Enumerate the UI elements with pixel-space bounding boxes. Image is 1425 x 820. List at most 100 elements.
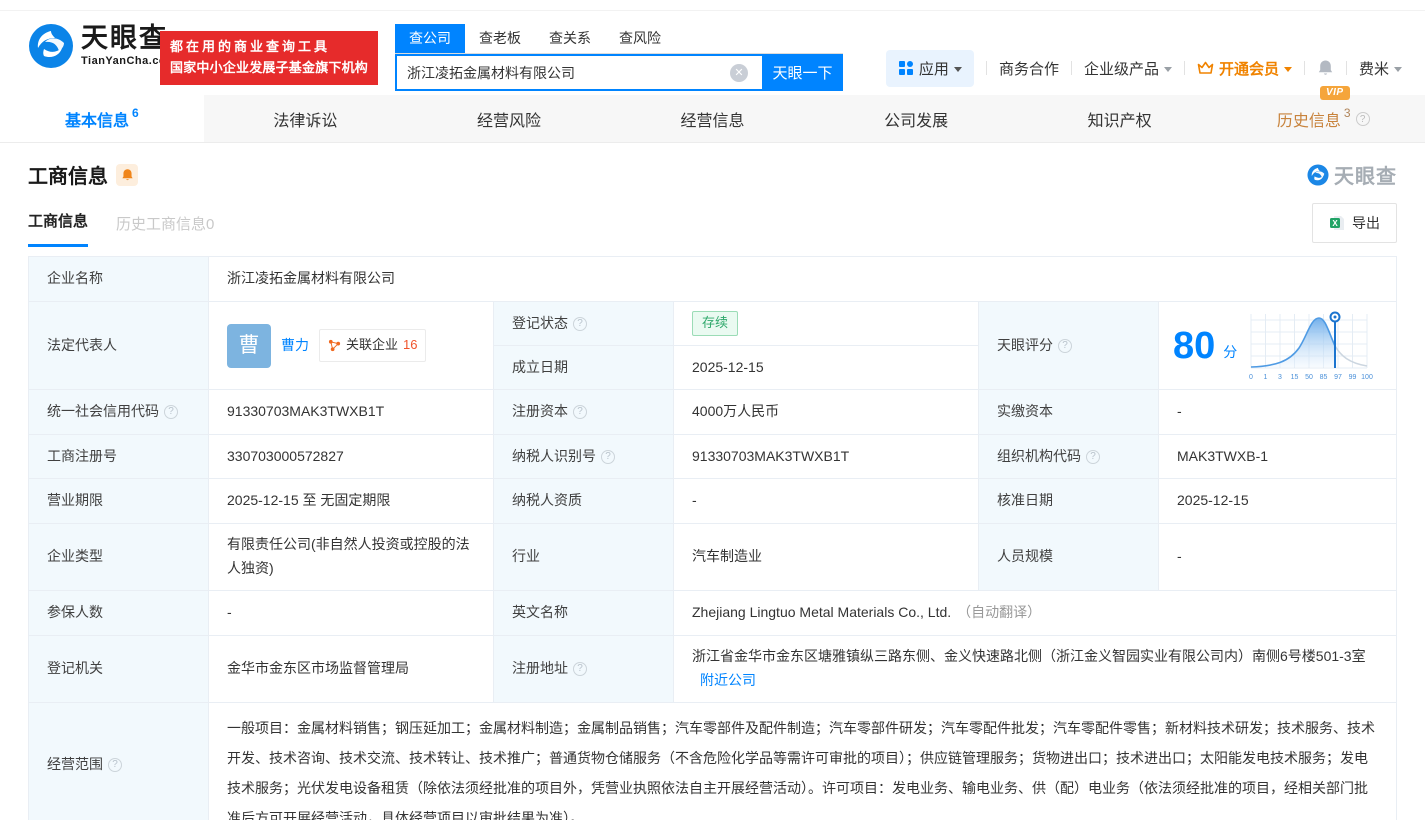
related-companies-chip[interactable]: 关联企业 16 (319, 329, 426, 361)
reg-authority-value: 金华市金东区市场监督管理局 (209, 636, 494, 702)
search-tab-boss[interactable]: 查老板 (465, 24, 535, 53)
user-menu[interactable]: 费米 (1359, 58, 1402, 79)
avatar[interactable]: 曹 (227, 324, 271, 368)
svg-text:97: 97 (1334, 374, 1342, 381)
approval-date-value: 2025-12-15 (1159, 479, 1396, 523)
tab-legal-proceedings[interactable]: 法律诉讼 (204, 95, 408, 142)
help-icon[interactable]: ? (601, 450, 615, 464)
tab-company-development[interactable]: 公司发展 (814, 95, 1018, 142)
staff-size-label: 人员规模 (979, 524, 1159, 590)
tianyancha-logo-icon (28, 23, 74, 69)
subscribe-button[interactable] (116, 164, 138, 186)
english-name-cell: Zhejiang Lingtuo Metal Materials Co., Lt… (674, 591, 1396, 635)
search-tab-company[interactable]: 查公司 (395, 24, 465, 53)
enterprise-menu[interactable]: 企业级产品 (1084, 58, 1172, 79)
help-icon[interactable]: ? (108, 758, 122, 772)
search-box: ✕ 天眼一下 (395, 54, 843, 91)
table-row: 企业类型 有限责任公司(非自然人投资或控股的法人独资) 行业 汽车制造业 人员规… (29, 524, 1396, 591)
table-row: 经营范围? 一般项目：金属材料销售；钢压延加工；金属材料制造；金属制品销售；汽车… (29, 703, 1396, 820)
table-row: 工商注册号 330703000572827 纳税人识别号? 91330703MA… (29, 435, 1396, 479)
company-name-value: 浙江凌拓金属材料有限公司 (209, 257, 1396, 301)
apps-menu[interactable]: 应用 (886, 50, 974, 87)
help-icon[interactable]: ? (573, 405, 587, 419)
divider (1184, 61, 1185, 75)
score-label: 天眼评分? (979, 302, 1159, 389)
approval-date-label: 核准日期 (979, 479, 1159, 523)
tab-operational-risk[interactable]: 经营风险 (407, 95, 611, 142)
search-input[interactable] (395, 54, 762, 91)
network-icon (328, 339, 341, 352)
industry-value: 汽车制造业 (674, 524, 979, 590)
status-date-block: 登记状态? 存续 成立日期 2025-12-15 (494, 302, 979, 389)
divider (986, 61, 987, 75)
notifications-button[interactable] (1317, 59, 1334, 77)
tab-intellectual-property[interactable]: 知识产权 (1018, 95, 1222, 142)
org-code-label: 组织机构代码? (979, 435, 1159, 478)
help-icon[interactable]: ? (1058, 339, 1072, 353)
page: 天眼查 TianYanCha.com 都在用的商业查询工具 国家中小企业发展子基… (0, 0, 1425, 820)
table-row: 登记机关 金华市金东区市场监督管理局 注册地址? 浙江省金华市金东区塘雅镇纵三路… (29, 636, 1396, 703)
score-chart: 0 1 3 15 50 85 97 99 100 (1245, 310, 1373, 382)
tab-basic-info[interactable]: 基本信息 6 (0, 95, 204, 142)
company-type-label: 企业类型 (29, 524, 209, 590)
tab-label: 公司发展 (884, 107, 948, 131)
cooperation-label: 商务合作 (999, 58, 1059, 79)
reg-capital-label: 注册资本? (494, 390, 674, 434)
tab-business-info[interactable]: 经营信息 (611, 95, 815, 142)
search-button[interactable]: 天眼一下 (762, 54, 843, 91)
company-nav: 基本信息 6 法律诉讼 经营风险 经营信息 公司发展 知识产权 VIP 历史信息… (0, 95, 1425, 143)
username: 费米 (1359, 58, 1389, 79)
tab-history-info[interactable]: VIP 历史信息 3 ? (1221, 95, 1425, 142)
tab-label: 历史信息 (1277, 107, 1341, 131)
top-divider (0, 0, 1425, 11)
header: 天眼查 TianYanCha.com 都在用的商业查询工具 国家中小企业发展子基… (0, 11, 1425, 95)
search-tab-relation[interactable]: 查关系 (535, 24, 605, 53)
tianyancha-logo[interactable]: 天眼查 TianYanCha.com (28, 23, 176, 69)
insured-value: - (209, 591, 494, 635)
business-scope-label: 经营范围? (29, 703, 209, 820)
table-row: 参保人数 - 英文名称 Zhejiang Lingtuo Metal Mater… (29, 591, 1396, 636)
taxpayer-id-label: 纳税人识别号? (494, 435, 674, 478)
address-cell: 浙江省金华市金东区塘雅镇纵三路东侧、金义快速路北侧（浙江金义智园实业有限公司内）… (674, 636, 1396, 702)
subtab-history-registration[interactable]: 历史工商信息0 (116, 213, 214, 247)
reg-capital-value: 4000万人民币 (674, 390, 979, 434)
export-button[interactable]: X 导出 (1312, 203, 1397, 243)
address-label: 注册地址? (494, 636, 674, 702)
help-icon[interactable]: ? (1356, 112, 1370, 126)
help-icon[interactable]: ? (573, 317, 587, 331)
subtab-business-registration[interactable]: 工商信息 (28, 210, 88, 247)
tab-count: 3 (1344, 106, 1351, 120)
crown-icon (1197, 61, 1214, 75)
taxpayer-quality-label: 纳税人资质 (494, 479, 674, 523)
svg-text:85: 85 (1320, 374, 1328, 381)
cooperation-menu[interactable]: 商务合作 (999, 58, 1059, 79)
score-value: 80 (1173, 327, 1215, 365)
divider (1346, 61, 1347, 75)
bell-icon (1317, 59, 1334, 77)
clear-icon[interactable]: ✕ (730, 64, 748, 82)
staff-size-value: - (1159, 524, 1396, 590)
enterprise-label: 企业级产品 (1084, 58, 1159, 79)
search-tab-risk[interactable]: 查风险 (605, 24, 675, 53)
help-icon[interactable]: ? (1086, 450, 1100, 464)
excel-icon: X (1329, 215, 1345, 231)
reg-status-label: 登记状态? (494, 302, 674, 345)
legal-rep-link[interactable]: 曹力 (281, 334, 309, 358)
promo-banner: 都在用的商业查询工具 国家中小企业发展子基金旗下机构 (160, 31, 378, 85)
export-label: 导出 (1352, 213, 1380, 233)
vip-menu[interactable]: 开通会员 (1197, 58, 1292, 79)
reg-number-value: 330703000572827 (209, 435, 494, 478)
tab-label: 经营风险 (477, 107, 541, 131)
table-row: 法定代表人 曹 曹力 关联企业 16 (29, 302, 1396, 390)
help-icon[interactable]: ? (164, 405, 178, 419)
nearby-companies-link[interactable]: 附近公司 (700, 672, 756, 688)
chevron-down-icon (1164, 67, 1172, 72)
help-icon[interactable]: ? (573, 662, 587, 676)
score-cell[interactable]: 80 分 (1159, 302, 1396, 389)
company-name-label: 企业名称 (29, 257, 209, 301)
industry-label: 行业 (494, 524, 674, 590)
english-name-label: 英文名称 (494, 591, 674, 635)
search-tabs: 查公司 查老板 查关系 查风险 (395, 24, 843, 54)
auto-translate-note: （自动翻译） (957, 601, 1041, 625)
svg-text:3: 3 (1278, 374, 1282, 381)
